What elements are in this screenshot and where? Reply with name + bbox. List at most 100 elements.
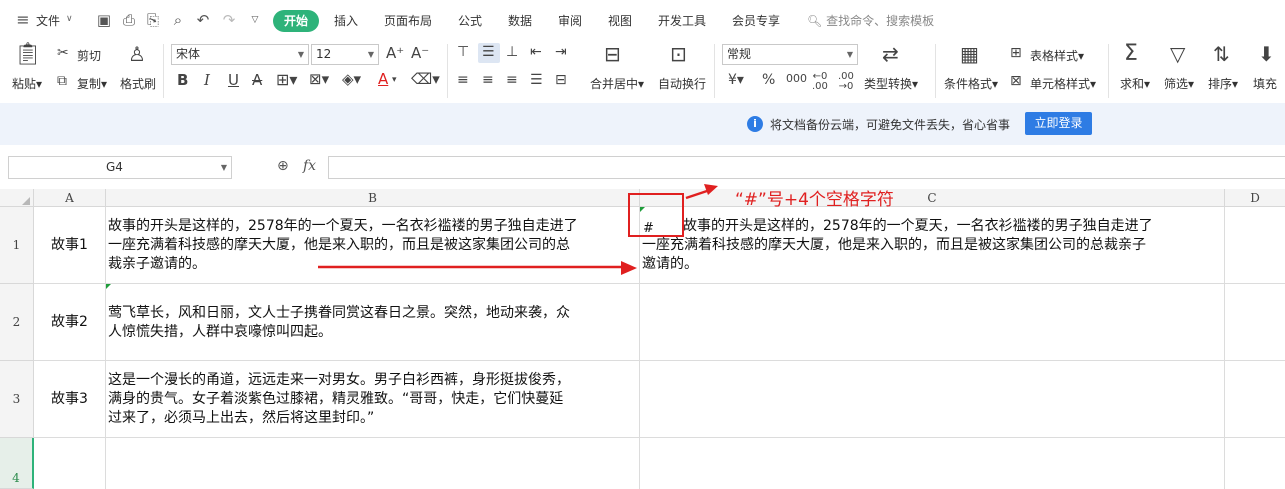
percent-icon[interactable]: % [762,73,775,87]
row-header-1[interactable]: 1 [0,207,34,284]
underline-icon[interactable]: U [228,73,239,88]
decrease-indent-icon[interactable]: ⇤ [530,45,542,59]
undo-icon[interactable]: ↶ [194,11,212,29]
select-all-corner[interactable] [0,189,34,207]
bold-icon[interactable]: B [177,73,188,88]
sum-icon[interactable]: Σ [1124,43,1138,65]
paste-button[interactable]: 粘贴▾ [12,75,42,92]
redo-icon[interactable]: ↷ [220,11,238,29]
table-style-icon[interactable]: ⊞ [1010,46,1022,60]
cell-c4[interactable] [640,438,1225,489]
name-box[interactable]: G4 ▼ [8,156,232,179]
sum-button[interactable]: 求和▾ [1120,75,1150,92]
number-format-select[interactable]: 常规 ▼ [722,44,858,65]
cell-a2[interactable]: 故事2 [34,284,106,361]
cut-button[interactable]: 剪切 [77,47,101,64]
cell-d2[interactable] [1225,284,1285,361]
font-color-icon[interactable]: A [378,72,388,87]
name-box-dropdown-icon[interactable]: ▼ [221,157,227,178]
cell-b4[interactable] [106,438,640,489]
justify-icon[interactable]: ☰ [530,73,543,87]
tab-review[interactable]: 审阅 [558,12,582,29]
font-color-dropdown-icon[interactable]: ▾ [392,76,397,85]
file-menu[interactable]: 文件 [36,12,60,29]
clear-format-icon[interactable]: ⌫▾ [411,72,440,87]
tab-member[interactable]: 会员专享 [732,12,780,29]
distributed-align-icon[interactable]: ⊟ [555,73,567,87]
tab-page-layout[interactable]: 页面布局 [384,12,432,29]
cell-style-button[interactable]: 单元格样式▾ [1030,75,1096,92]
row-header-2[interactable]: 2 [0,284,34,361]
column-header-b[interactable]: B [106,189,640,207]
type-convert-icon[interactable]: ⇄ [882,44,899,64]
row-header-3[interactable]: 3 [0,361,34,438]
cell-d3[interactable] [1225,361,1285,438]
align-top-icon[interactable]: ⊤ [457,45,469,59]
filter-icon[interactable]: ▽ [1170,44,1185,64]
wrap-text-icon[interactable]: ⊡ [670,44,687,64]
login-button[interactable]: 立即登录 [1025,112,1092,135]
row-header-4[interactable]: 4 [0,438,34,489]
column-header-d[interactable]: D [1225,189,1285,207]
cell-c2[interactable] [640,284,1225,361]
cell-a3[interactable]: 故事3 [34,361,106,438]
merge-center-icon[interactable]: ⊟ [604,44,621,64]
formula-input[interactable] [328,156,1285,179]
align-center-icon[interactable]: ≡ [482,73,494,87]
cell-d1[interactable] [1225,207,1285,284]
currency-icon[interactable]: ¥▾ [728,73,744,87]
merge-center-button[interactable]: 合并居中▾ [590,75,644,92]
font-size-select[interactable]: 12 ▼ [311,44,379,65]
thousands-separator-icon[interactable]: 000 [786,73,807,84]
decrease-decimal-icon[interactable]: .00 →0 [838,72,854,92]
increase-decimal-icon[interactable]: ←0.00 [812,72,828,92]
tab-data[interactable]: 数据 [508,12,532,29]
print-preview-icon[interactable]: ⌕ [169,11,187,29]
sort-button[interactable]: 排序▾ [1208,75,1238,92]
fill-color-icon[interactable]: ◈▾ [342,72,361,87]
print-icon[interactable]: ⎘ [144,11,162,29]
cell-b3[interactable]: 这是一个漫长的甬道，远远走来一对男女。男子白衫西裤，身形挺拔俊秀， 满身的贵气。… [106,361,640,438]
wrap-text-button[interactable]: 自动换行 [658,75,706,92]
tab-view[interactable]: 视图 [608,12,632,29]
table-style-button[interactable]: 表格样式▾ [1030,47,1084,64]
format-painter-icon[interactable]: ♙ [128,44,146,64]
tab-insert[interactable]: 插入 [334,12,358,29]
tab-home[interactable]: 开始 [273,10,319,32]
align-right-icon[interactable]: ≡ [506,73,518,87]
italic-icon[interactable]: I [204,73,210,88]
zoom-formula-icon[interactable]: ⊕ [277,158,289,174]
scissors-icon[interactable]: ✂ [57,46,69,60]
tab-formulas[interactable]: 公式 [458,12,482,29]
conditional-format-button[interactable]: 条件格式▾ [944,75,998,92]
paste-icon[interactable]: 📋︎ [14,44,42,66]
type-convert-button[interactable]: 类型转换▾ [864,75,918,92]
cell-a1[interactable]: 故事1 [34,207,106,284]
increase-indent-icon[interactable]: ⇥ [555,45,567,59]
tab-developer[interactable]: 开发工具 [658,12,706,29]
align-left-icon[interactable]: ≡ [457,73,469,87]
format-painter-button[interactable]: 格式刷 [120,75,156,92]
cell-b2[interactable]: 莺飞草长，风和日丽，文人士子携眷同赏这春日之景。突然，地动来袭，众 人惊慌失措，… [106,284,640,361]
copy-button[interactable]: 复制▾ [77,75,107,92]
borders-icon[interactable]: ⊞▾ [276,72,297,88]
quick-access-dropdown-icon[interactable]: ▽ [246,11,264,29]
cell-a4[interactable] [34,438,106,489]
chevron-down-icon[interactable]: ∨ [66,14,73,24]
cell-style-icon[interactable]: ⊠ [1010,74,1022,88]
command-search[interactable]: 🔍︎ 查找命令、搜索模板 [807,12,934,29]
insert-function-icon[interactable]: fx [303,158,316,174]
cell-c3[interactable] [640,361,1225,438]
fill-icon[interactable]: ⬇ [1258,44,1275,64]
cell-b1[interactable]: 故事的开头是这样的，2578年的一个夏天，一名衣衫褴褛的男子独自走进了 一座充满… [106,207,640,284]
decrease-font-icon[interactable]: A⁻ [411,46,429,61]
export-pdf-icon[interactable]: ⎙ [120,11,138,29]
cell-c1[interactable]: # 故事的开头是这样的，2578年的一个夏天，一名衣衫褴褛的男子独自走进了 一座… [640,207,1225,284]
font-name-select[interactable]: 宋体 ▼ [171,44,309,65]
conditional-format-icon[interactable]: ▦ [960,44,979,64]
filter-button[interactable]: 筛选▾ [1164,75,1194,92]
cell-d4[interactable] [1225,438,1285,489]
column-header-c[interactable]: C [640,189,1225,207]
fill-button[interactable]: 填充 [1253,75,1277,92]
strikethrough-icon[interactable]: A [252,73,262,88]
